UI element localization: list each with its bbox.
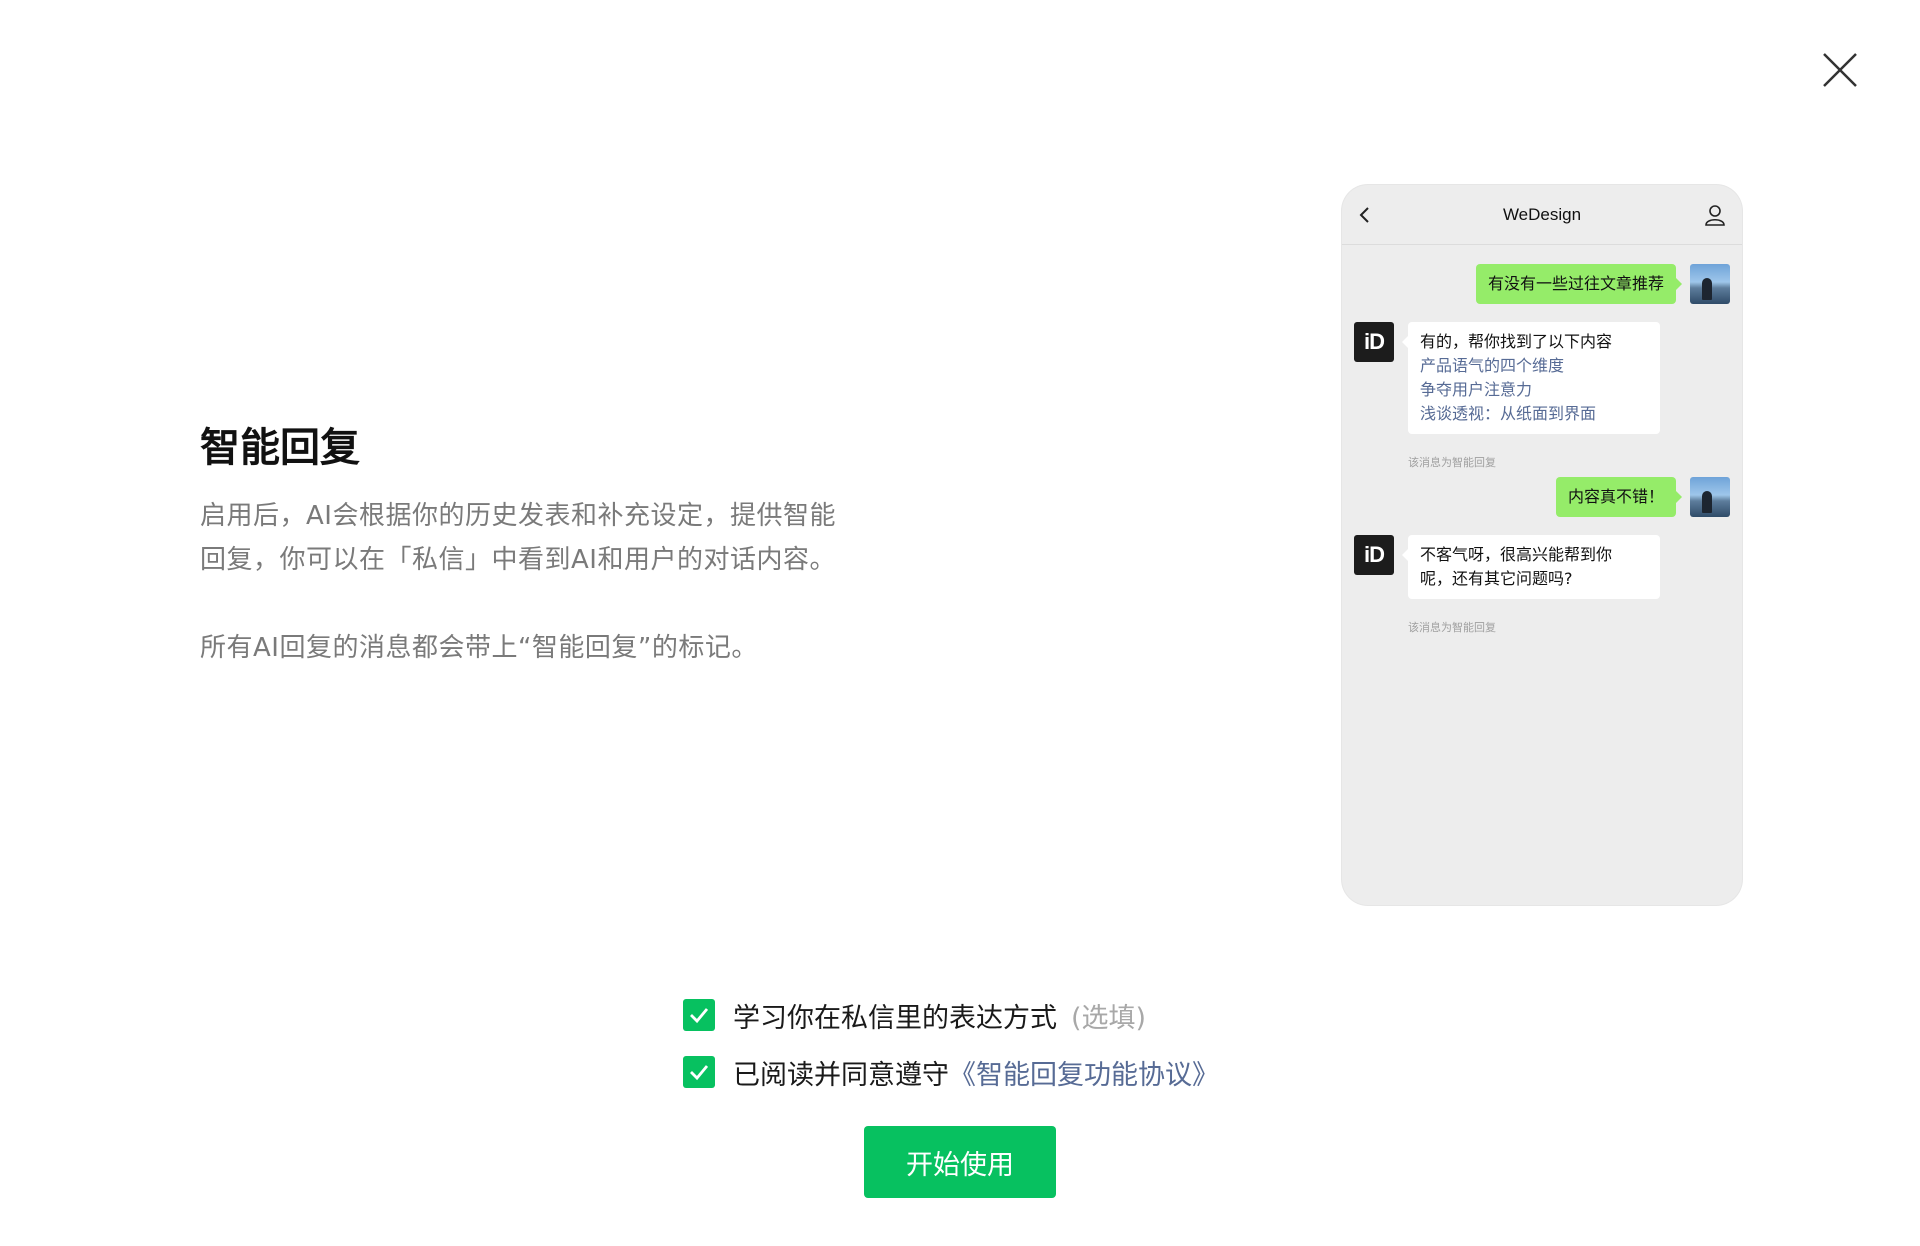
article-link[interactable]: 争夺用户注意力 [1420, 378, 1648, 402]
agreement-label: 已阅读并同意遵守 [733, 1059, 949, 1091]
message-text: 呢，还有其它问题吗? [1420, 569, 1573, 588]
message-text: 有的，帮你找到了以下内容 [1420, 332, 1613, 351]
avatar [1690, 264, 1730, 304]
chat-preview: WeDesign 有没有一些过往文章推荐 iD 有的，帮你找到了以下内容 产品语… [1342, 185, 1742, 905]
intro-note: 所有AI回复的消息都会带上“智能回复”的标记。 [200, 633, 758, 663]
article-link[interactable]: 产品语气的四个维度 [1420, 354, 1648, 378]
optional-hint: (选填) [1071, 1002, 1147, 1034]
bot-avatar: iD [1354, 322, 1394, 362]
article-link[interactable]: 浅谈透视：从纸面到界面 [1420, 402, 1648, 426]
message-bubble-bot: 不客气呀，很高兴能帮到你 呢，还有其它问题吗? [1402, 535, 1660, 599]
agreement-link[interactable]: 《智能回复功能协议》 [949, 1053, 1219, 1092]
close-icon [1823, 53, 1857, 87]
smart-reply-dialog: 智能回复 启用后，AI会根据你的历史发表和补充设定，提供智能 回复，你可以在「私… [0, 0, 1920, 1246]
check-icon [690, 1065, 709, 1081]
message-bubble-bot: 有的，帮你找到了以下内容 产品语气的四个维度 争夺用户注意力 浅谈透视：从纸面到… [1402, 322, 1660, 434]
person-icon [1705, 205, 1725, 226]
bot-avatar: iD [1354, 535, 1394, 575]
avatar [1690, 477, 1730, 517]
ai-reply-tag: 该消息为智能回复 [1408, 456, 1496, 469]
agreement-checkbox[interactable] [683, 1056, 715, 1088]
agreement-option[interactable]: 已阅读并同意遵守 《智能回复功能协议》 [683, 1053, 1219, 1092]
intro-section: 智能回复 启用后，AI会根据你的历史发表和补充设定，提供智能 回复，你可以在「私… [200, 420, 900, 670]
message-text: 不客气呀，很高兴能帮到你 [1420, 545, 1613, 564]
check-icon [690, 1008, 709, 1024]
description-line-1: 启用后，AI会根据你的历史发表和补充设定，提供智能 [200, 501, 836, 531]
learn-style-label: 学习你在私信里的表达方式 [733, 1002, 1057, 1034]
chat-header: WeDesign [1342, 185, 1742, 245]
message-bubble-user: 有没有一些过往文章推荐 [1475, 264, 1683, 304]
ai-reply-tag: 该消息为智能回复 [1408, 621, 1496, 634]
description-line-2: 回复，你可以在「私信」中看到AI和用户的对话内容。 [200, 545, 836, 575]
intro-description: 启用后，AI会根据你的历史发表和补充设定，提供智能 回复，你可以在「私信」中看到… [200, 494, 900, 582]
chevron-left-icon [1359, 207, 1369, 223]
close-button[interactable] [1820, 50, 1860, 90]
message-bubble-user: 内容真不错！ [1555, 477, 1683, 517]
learn-style-checkbox[interactable] [683, 999, 715, 1031]
learn-style-option[interactable]: 学习你在私信里的表达方式 (选填) [683, 998, 1147, 1034]
page-title: 智能回复 [200, 425, 360, 471]
start-button[interactable]: 开始使用 [864, 1126, 1056, 1198]
chat-title: WeDesign [1502, 204, 1582, 224]
